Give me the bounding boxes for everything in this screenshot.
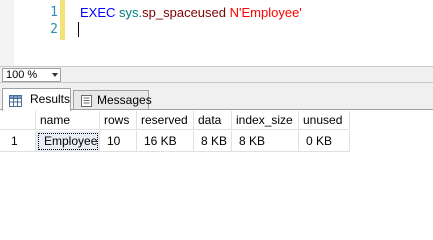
tab-results-label: Results (30, 92, 71, 106)
grid-corner-header[interactable] (0, 111, 36, 130)
change-tracking-bar (60, 0, 65, 40)
zoom-value: 100 % (6, 69, 38, 81)
column-header-data[interactable]: data (194, 111, 232, 130)
tab-messages-label: Messages (97, 93, 152, 107)
keyword-exec: EXEC (80, 5, 116, 20)
column-header-name[interactable]: name (36, 111, 100, 130)
editor-margin (0, 0, 14, 66)
table-cell-name[interactable]: Employee (36, 131, 100, 152)
table-cell-unused[interactable]: 0 KB (299, 131, 350, 152)
tab-results[interactable]: Results (2, 88, 71, 111)
table-cell-data[interactable]: 8 KB (194, 131, 232, 152)
zoom-dropdown[interactable]: 100 % (2, 68, 61, 82)
column-header-rows[interactable]: rows (100, 111, 137, 130)
column-header-index-size[interactable]: index_size (232, 111, 299, 130)
table-cell-reserved[interactable]: 16 KB (137, 131, 194, 152)
line-number: 1 (50, 5, 58, 20)
schema-sys: sys. (119, 5, 143, 20)
table-cell-rows[interactable]: 10 (100, 131, 137, 152)
table-cell-index-size[interactable]: 8 KB (232, 131, 299, 152)
line-number: 2 (50, 22, 58, 37)
column-header-unused[interactable]: unused (299, 111, 350, 130)
query-editor[interactable]: 1 2 EXEC sys.sp_spaceused N'Employee' (0, 0, 433, 66)
text-caret (78, 22, 79, 37)
tab-messages[interactable]: Messages (73, 90, 152, 109)
string-argument: N'Employee' (229, 5, 302, 20)
grid-icon (9, 93, 22, 107)
column-header-reserved[interactable]: reserved (137, 111, 194, 130)
editor-status-strip: 100 % (0, 66, 433, 83)
procedure-name: sp_spaceused (142, 5, 226, 20)
messages-icon (80, 94, 93, 107)
horizontal-scrollbar[interactable] (64, 68, 433, 82)
row-header[interactable]: 1 (0, 131, 36, 152)
code-line-1[interactable]: EXEC sys.sp_spaceused N'Employee' (80, 5, 302, 21)
chevron-down-icon[interactable] (52, 73, 58, 77)
